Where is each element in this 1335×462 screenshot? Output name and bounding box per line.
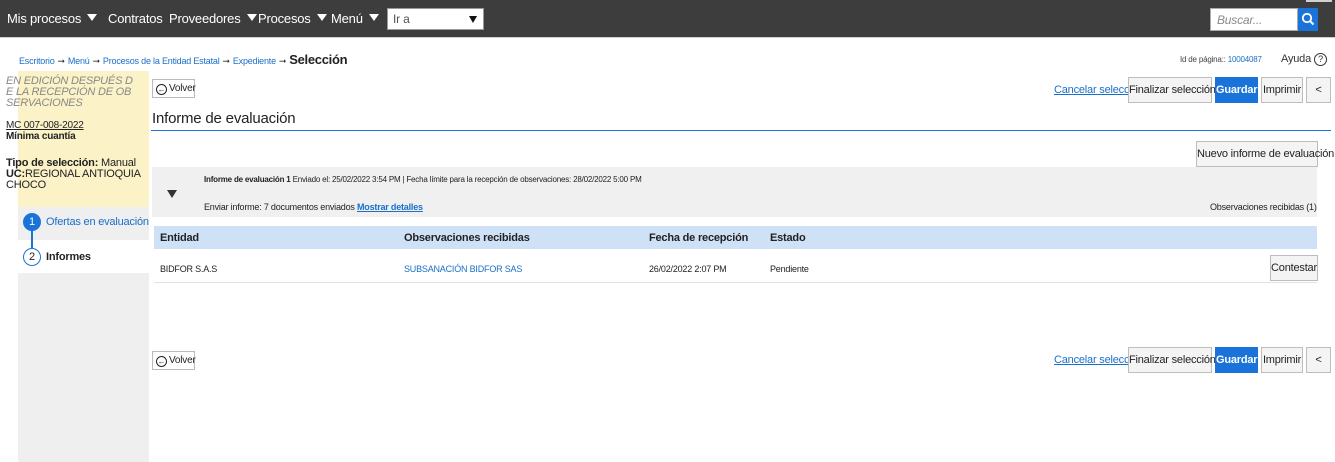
caret-down-icon <box>469 16 477 23</box>
help-icon: ? <box>1314 53 1327 66</box>
purchasing-unit-value: REGIONAL ANTIOQUIA CHOCO <box>6 168 141 191</box>
step-connector <box>31 228 33 248</box>
report-title: Informe de evaluación 1 <box>204 175 291 184</box>
breadcrumb: Escritorio ➞ Menú ➞ Procesos de la Entidad E… <box>19 52 348 67</box>
step-ofertas-en-evaluacion[interactable]: Ofertas en evaluación <box>46 216 149 228</box>
page-id-label: Id de página:: <box>1180 55 1226 64</box>
cell-date: 26/02/2022 2:07 PM <box>649 264 727 274</box>
search-placeholder: Buscar... <box>1217 13 1263 27</box>
page-id-value: 10004087 <box>1227 55 1262 64</box>
report-info: Informe de evaluación 1 Enviado el: 25/0… <box>204 175 642 184</box>
breadcrumb-separator: ➞ <box>57 56 66 66</box>
help-link[interactable]: Ayuda? <box>1281 53 1327 66</box>
goto-select[interactable]: Ir a <box>387 8 484 30</box>
back-label: Volver <box>169 355 196 366</box>
section-title: Informe de evaluación <box>152 110 296 127</box>
nav-procesos[interactable]: Procesos <box>258 11 327 26</box>
back-button-bottom[interactable]: ← Volver <box>152 351 196 370</box>
new-evaluation-report-button[interactable]: Nuevo informe de evaluación <box>1196 141 1334 167</box>
breadcrumb-procesos[interactable]: Procesos de la Entidad Estatal <box>103 56 220 66</box>
collapse-button-bottom[interactable]: < <box>1306 347 1331 373</box>
nav-contratos[interactable]: Contratos <box>108 11 163 26</box>
report-send-label: Enviar informe: 7 documentos enviados <box>204 202 355 212</box>
reply-button[interactable]: Contestar <box>1270 255 1318 281</box>
nav-label: Menú <box>331 11 363 26</box>
nav-label: Mis procesos <box>7 11 82 26</box>
finalize-selection-button[interactable]: Finalizar selección <box>1128 77 1216 103</box>
save-button[interactable]: Guardar <box>1215 77 1258 103</box>
nav-proveedores[interactable]: Proveedores <box>169 11 257 26</box>
back-button[interactable]: ← Volver <box>152 79 196 98</box>
show-details-link[interactable]: Mostrar detalles <box>357 202 423 212</box>
nav-label: Procesos <box>258 11 311 26</box>
help-label: Ayuda <box>1281 53 1311 65</box>
caret-down-icon <box>368 14 379 21</box>
caret-down-icon <box>316 14 327 21</box>
step-2-badge[interactable]: 2 <box>23 248 41 266</box>
caret-down-icon <box>87 14 98 21</box>
breadcrumb-escritorio[interactable]: Escritorio <box>19 56 55 66</box>
print-button[interactable]: Imprimir <box>1261 77 1303 103</box>
collapse-button[interactable]: < <box>1306 77 1331 103</box>
collapse-triangle-icon[interactable] <box>167 190 177 198</box>
breadcrumb-separator: ➞ <box>278 56 287 66</box>
step-informes[interactable]: Informes <box>46 251 91 263</box>
cell-entity: BIDFOR S.A.S <box>160 264 218 274</box>
process-code[interactable]: MC 007-008-2022 <box>6 120 84 131</box>
process-status: EN EDICIÓN DESPUÉS DE LA RECEPCIÓN DE OB… <box>6 75 133 109</box>
search-button[interactable] <box>1298 8 1318 31</box>
print-button-bottom[interactable]: Imprimir <box>1261 347 1303 373</box>
nav-mis-procesos[interactable]: Mis procesos <box>7 11 98 26</box>
process-modality: Mínima cuantía <box>6 131 76 142</box>
search-icon <box>1301 12 1315 26</box>
step-1-badge[interactable]: 1 <box>23 213 41 231</box>
page-title: Selección <box>289 52 348 67</box>
arrow-left-circle-icon: ← <box>156 84 167 95</box>
cell-observation-link[interactable]: SUBSANACIÓN BIDFOR SAS <box>404 264 522 274</box>
breadcrumb-menu[interactable]: Menú <box>68 56 90 66</box>
goto-value: Ir a <box>393 12 410 26</box>
column-header-estado: Estado <box>770 232 806 244</box>
report-sent-text: Enviado el: 25/02/2022 3:54 PM | Fecha l… <box>292 175 642 184</box>
nav-divider <box>0 37 1335 38</box>
column-header-fecha: Fecha de recepción <box>649 232 749 244</box>
nav-label: Contratos <box>108 11 163 26</box>
column-header-entidad: Entidad <box>160 232 199 244</box>
nav-menu[interactable]: Menú <box>331 11 379 26</box>
window-edge-line <box>1306 0 1332 2</box>
observations-count: Observaciones recibidas (1) <box>1210 202 1317 212</box>
arrow-left-circle-icon: ← <box>156 356 167 367</box>
report-documents: Enviar informe: 7 documentos enviados Mo… <box>204 202 423 212</box>
finalize-selection-button-bottom[interactable]: Finalizar selección <box>1128 347 1216 373</box>
breadcrumb-expediente[interactable]: Expediente <box>233 56 276 66</box>
breadcrumb-separator: ➞ <box>92 56 101 66</box>
purchasing-unit: UC:REGIONAL ANTIOQUIA CHOCO <box>6 169 141 191</box>
nav-label: Proveedores <box>169 11 241 26</box>
page-id: Id de página:: 10004087 <box>1180 55 1262 64</box>
back-label: Volver <box>169 83 196 94</box>
save-button-bottom[interactable]: Guardar <box>1215 347 1258 373</box>
section-divider <box>151 130 1331 131</box>
table-row <box>154 252 1317 283</box>
column-header-observaciones: Observaciones recibidas <box>404 232 530 244</box>
search-input[interactable]: Buscar... <box>1210 8 1298 31</box>
cell-status: Pendiente <box>770 264 809 274</box>
caret-down-icon <box>246 14 257 21</box>
breadcrumb-separator: ➞ <box>222 56 231 66</box>
